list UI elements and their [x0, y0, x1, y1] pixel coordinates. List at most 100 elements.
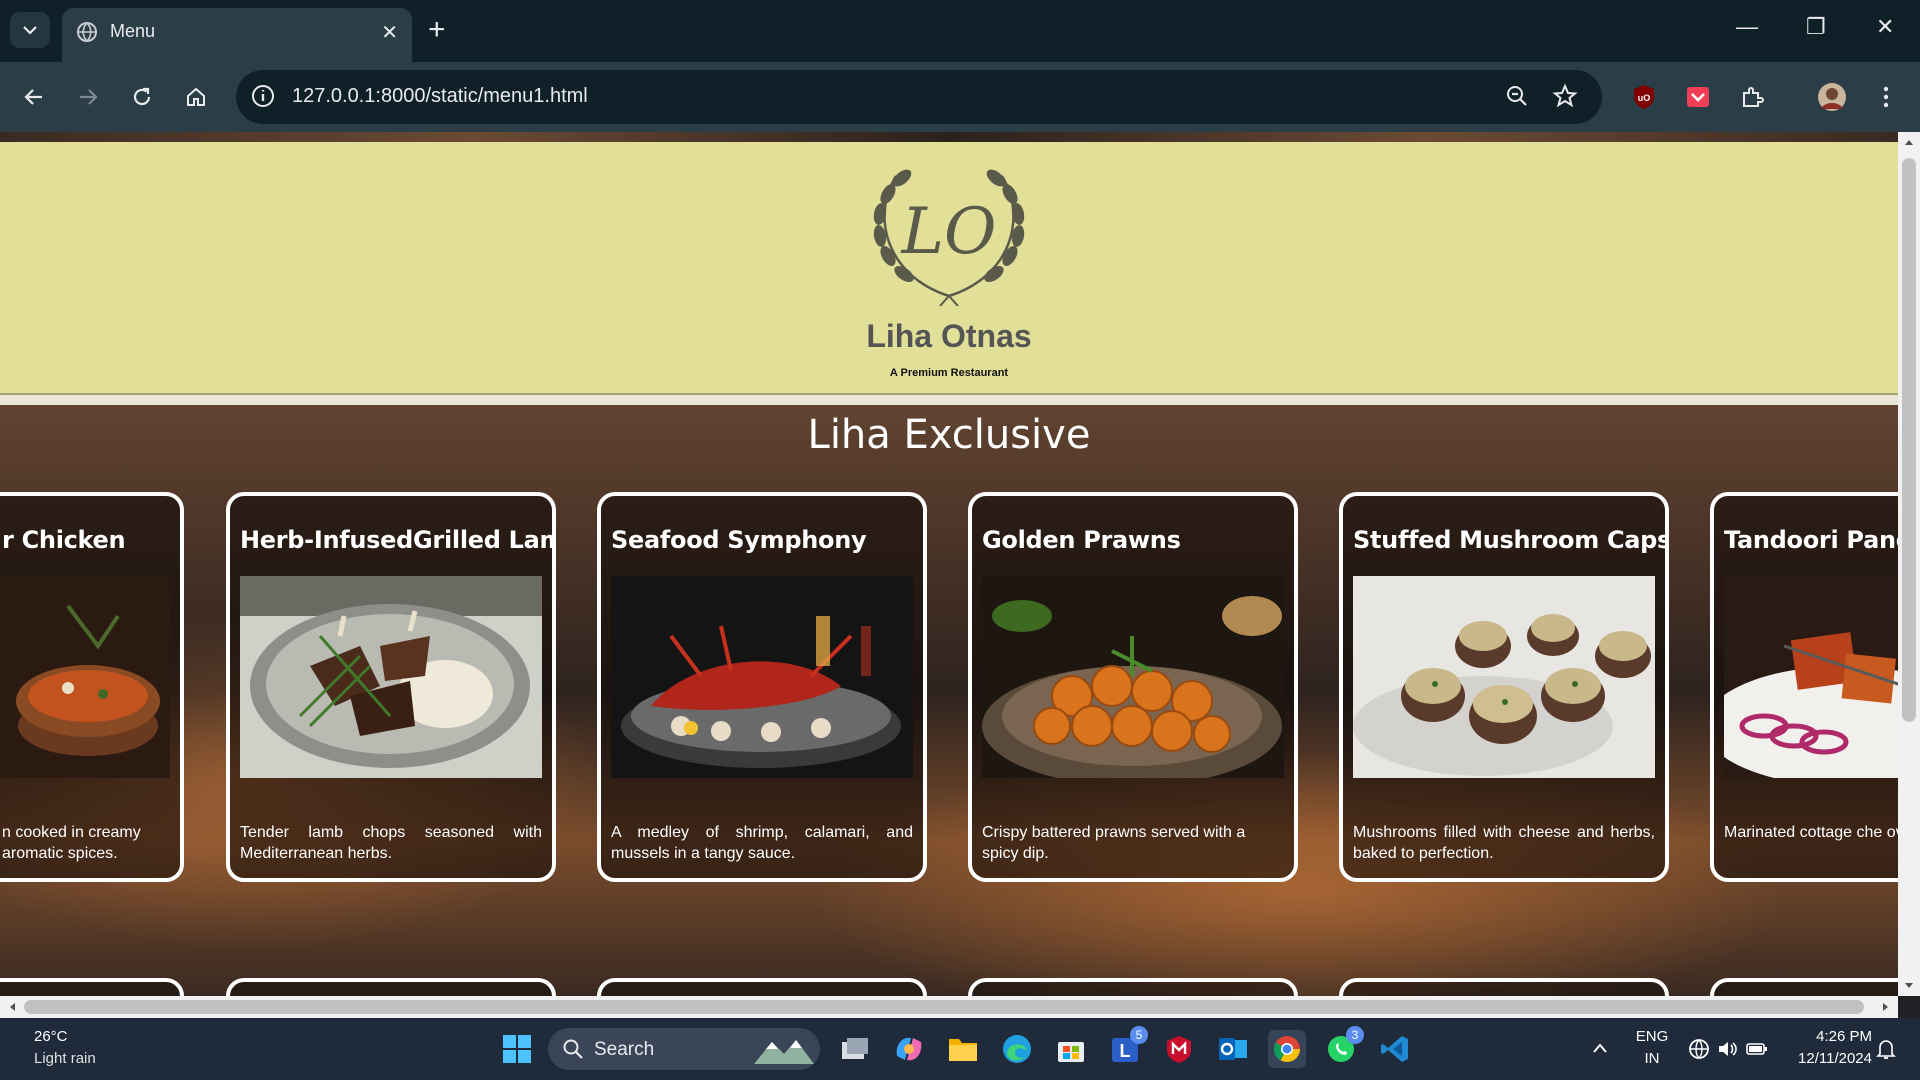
browser-menu-icon[interactable]	[1868, 79, 1904, 115]
tray-chevron-up-icon[interactable]	[1592, 1042, 1608, 1054]
search-label: Search	[594, 1039, 655, 1060]
dish-image	[1724, 576, 1898, 778]
card-title: Tandoori Panee	[1724, 526, 1898, 554]
menu-card-golden-prawns[interactable]: Golden Prawns Crispy battered prawns ser…	[968, 492, 1298, 882]
microsoft-store-icon[interactable]	[1052, 1030, 1090, 1068]
search-icon	[563, 1039, 583, 1059]
scroll-down-icon[interactable]	[1904, 982, 1914, 990]
scroll-left-icon[interactable]	[8, 1002, 16, 1012]
forward-button[interactable]	[70, 79, 106, 115]
dish-image	[982, 576, 1284, 778]
dish-image	[1353, 576, 1655, 778]
restaurant-header: LO Liha Otnas A Premium Restaurant	[0, 142, 1898, 395]
url-text[interactable]: 127.0.0.1:8000/static/menu1.html	[292, 85, 588, 108]
windows-taskbar: 26°C Light rain Search L 5 3 ENG IN 4:26…	[0, 1018, 1920, 1080]
address-bar[interactable]: 127.0.0.1:8000/static/menu1.html	[236, 70, 1602, 124]
notification-badge: 5	[1130, 1026, 1148, 1044]
clock-date[interactable]: 12/11/2024	[1782, 1050, 1872, 1067]
card-description: Mushrooms filled with cheese and herbs, …	[1353, 824, 1655, 862]
menu-card-tandoori-paneer[interactable]: Tandoori Panee Marinated cottage che ove…	[1710, 492, 1898, 882]
browser-tab-menu[interactable]: Menu ✕	[62, 8, 412, 62]
card-description: Crispy battered prawns served with a spi…	[982, 824, 1246, 862]
menu-card-row2[interactable]	[1339, 978, 1669, 996]
taskbar-search[interactable]: Search	[548, 1028, 820, 1070]
weather-temperature[interactable]: 26°C	[34, 1028, 68, 1045]
horizontal-scroll-thumb[interactable]	[24, 1000, 1864, 1014]
dish-image	[240, 576, 542, 778]
weather-description[interactable]: Light rain	[34, 1050, 96, 1067]
horizontal-scrollbar[interactable]	[0, 996, 1898, 1018]
language-indicator[interactable]: ENG	[1632, 1028, 1672, 1045]
tab-title: Menu	[110, 21, 156, 41]
card-description: A medley of shrimp, calamari, and mussel…	[611, 824, 913, 862]
scroll-right-icon[interactable]	[1882, 1002, 1890, 1012]
volume-icon[interactable]	[1716, 1038, 1738, 1060]
restaurant-tagline: A Premium Restaurant	[889, 367, 1009, 379]
menu-card-stuffed-mushroom[interactable]: Stuffed Mushroom Caps Mushrooms filled w…	[1339, 492, 1669, 882]
new-tab-button[interactable]: +	[428, 12, 446, 48]
card-description: Marinated cottage che over charcoal.	[1724, 824, 1898, 841]
site-info-icon[interactable]	[250, 83, 276, 109]
logo-monogram: LO	[901, 195, 997, 269]
close-window-button[interactable]: ✕	[1876, 14, 1894, 40]
home-button[interactable]	[178, 79, 214, 115]
ublock-icon[interactable]: uO	[1626, 79, 1662, 115]
menu-card-seafood-symphony[interactable]: Seafood Symphony A medley of shrimp, cal…	[597, 492, 927, 882]
back-button[interactable]	[16, 79, 52, 115]
extensions-puzzle-icon[interactable]	[1734, 79, 1770, 115]
header-divider	[0, 395, 1898, 405]
menu-card-row2[interactable]	[226, 978, 556, 996]
region-indicator[interactable]: IN	[1632, 1050, 1672, 1067]
scroll-up-icon[interactable]	[1904, 138, 1914, 146]
menu-card-grilled-lamb[interactable]: Herb-InfusedGrilled Lamb Tender lamb cho…	[226, 492, 556, 882]
card-title: r Chicken	[2, 526, 126, 554]
tab-search-button[interactable]	[10, 12, 50, 48]
windows-logo-icon	[503, 1035, 531, 1063]
arrow-right-icon	[80, 89, 98, 105]
copilot-icon[interactable]	[890, 1030, 928, 1068]
pocket-icon[interactable]	[1680, 79, 1716, 115]
menu-card-row2[interactable]	[1710, 978, 1898, 996]
background-strip	[0, 132, 1898, 142]
menu-card-row2[interactable]	[597, 978, 927, 996]
restaurant-logo: LO	[873, 169, 1025, 306]
profile-avatar[interactable]	[1814, 79, 1850, 115]
browser-tab-bar: Menu ✕ + — ❐ ✕	[0, 0, 1920, 62]
card-description: n cooked in creamy aromatic spices.	[2, 824, 141, 862]
edge-icon[interactable]	[998, 1030, 1036, 1068]
zoom-icon[interactable]	[1504, 83, 1530, 109]
globe-icon	[77, 22, 97, 42]
svg-text:L: L	[1120, 1041, 1131, 1061]
battery-icon[interactable]	[1746, 1040, 1768, 1058]
vertical-scroll-thumb[interactable]	[1902, 158, 1916, 722]
restore-button[interactable]: ❐	[1806, 14, 1826, 40]
task-view-icon[interactable]	[836, 1030, 874, 1068]
minimize-button[interactable]: —	[1736, 14, 1758, 40]
restaurant-name: Liha Otnas	[866, 318, 1032, 354]
mcafee-icon[interactable]	[1160, 1030, 1198, 1068]
dish-image	[0, 576, 170, 778]
file-explorer-icon[interactable]	[944, 1030, 982, 1068]
menu-card-butter-chicken[interactable]: r Chicken n cooked in creamy aromatic sp…	[0, 492, 184, 882]
svg-text:uO: uO	[1638, 93, 1651, 103]
notification-bell-icon[interactable]	[1876, 1038, 1896, 1060]
mountain-icon	[754, 1040, 814, 1064]
tab-close-icon[interactable]: ✕	[381, 20, 398, 45]
dish-image	[611, 576, 913, 778]
reload-icon	[133, 87, 151, 106]
vscode-icon[interactable]	[1376, 1030, 1414, 1068]
card-title: Golden Prawns	[982, 526, 1181, 554]
network-icon[interactable]	[1688, 1038, 1710, 1060]
teams-icon[interactable]: L 5	[1106, 1026, 1148, 1068]
bookmark-star-icon[interactable]	[1552, 83, 1578, 109]
notification-badge: 3	[1346, 1026, 1364, 1044]
clock-time[interactable]: 4:26 PM	[1782, 1028, 1872, 1045]
reload-button[interactable]	[124, 79, 160, 115]
whatsapp-icon[interactable]: 3	[1322, 1026, 1364, 1068]
chrome-icon[interactable]	[1268, 1030, 1306, 1068]
menu-card-row2[interactable]	[0, 978, 184, 996]
outlook-icon[interactable]	[1214, 1030, 1252, 1068]
start-button[interactable]	[498, 1030, 536, 1068]
menu-card-row2[interactable]	[968, 978, 1298, 996]
vertical-scrollbar[interactable]	[1898, 132, 1920, 996]
